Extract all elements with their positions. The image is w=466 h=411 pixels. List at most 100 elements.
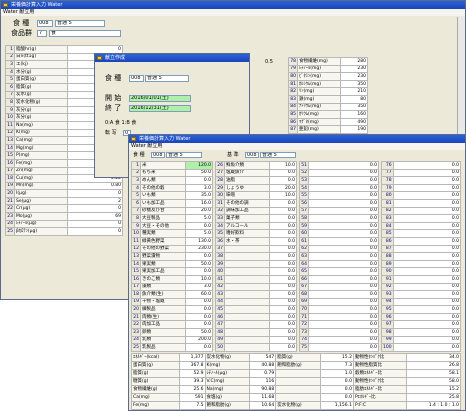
- row-value[interactable]: 0.0: [185, 297, 213, 307]
- row-value[interactable]: 210: [340, 87, 368, 96]
- detail-base-name[interactable]: 普通 5: [260, 152, 296, 158]
- row-value[interactable]: 0.0: [392, 274, 462, 284]
- row-value[interactable]: 0.0: [392, 312, 462, 322]
- row-value[interactable]: 0.0: [308, 221, 379, 231]
- row-value[interactable]: 230: [340, 64, 368, 74]
- row-value[interactable]: 0.0: [269, 229, 297, 238]
- row-value[interactable]: 0.0: [392, 168, 462, 178]
- row-value[interactable]: 0.0: [392, 221, 462, 231]
- row-value[interactable]: 0.0: [269, 168, 297, 178]
- row-value[interactable]: 0.0: [269, 297, 297, 307]
- row-value[interactable]: 350: [340, 102, 368, 112]
- row-value[interactable]: 0.0: [308, 229, 379, 238]
- row-value[interactable]: 0.0: [308, 214, 379, 223]
- row-value[interactable]: 0: [67, 45, 123, 54]
- row-value[interactable]: 0.0: [392, 290, 462, 299]
- row-value[interactable]: 0.0: [269, 343, 297, 352]
- row-value[interactable]: 0.0: [392, 259, 462, 269]
- row-value[interactable]: 230.0: [185, 244, 213, 254]
- row-value[interactable]: 0.0: [185, 267, 213, 276]
- food-group-name-field[interactable]: 食: [49, 30, 121, 37]
- detail-type-name[interactable]: 普通 5: [166, 152, 202, 158]
- row-value[interactable]: 0.0: [308, 312, 379, 322]
- row-value[interactable]: 35.0: [185, 191, 213, 200]
- row-value[interactable]: 0.0: [269, 206, 297, 216]
- row-value[interactable]: 0.0: [269, 176, 297, 185]
- row-value[interactable]: 0.0: [392, 335, 462, 345]
- row-value[interactable]: 0.0: [308, 183, 379, 193]
- row-value[interactable]: 0.0: [308, 206, 379, 216]
- row-value[interactable]: 0: [67, 204, 123, 214]
- row-value[interactable]: 0.0: [185, 176, 213, 185]
- row-value[interactable]: 0: [67, 219, 123, 229]
- row-value[interactable]: 0.0: [392, 305, 462, 314]
- meal-type-code-field[interactable]: 008: [37, 20, 53, 27]
- row-value[interactable]: 0.0: [269, 198, 297, 208]
- row-value[interactable]: 80: [340, 94, 368, 104]
- row-value[interactable]: 0.0: [308, 297, 379, 307]
- row-value[interactable]: 160: [340, 110, 368, 119]
- row-value[interactable]: 0.0: [392, 328, 462, 337]
- row-value[interactable]: 0.0: [185, 312, 213, 322]
- start-date-field[interactable]: 2016/01/01(土): [129, 95, 191, 102]
- detail-base-code[interactable]: 008: [245, 152, 259, 158]
- row-value[interactable]: 0.0: [308, 236, 379, 246]
- row-value[interactable]: 2: [67, 196, 123, 206]
- dialog-type-name[interactable]: 普通 5: [145, 75, 189, 82]
- row-value[interactable]: 60.0: [185, 290, 213, 299]
- row-value[interactable]: 0.0: [269, 335, 297, 345]
- row-value[interactable]: 0.0: [308, 335, 379, 345]
- row-value[interactable]: 0.0: [269, 328, 297, 337]
- row-value[interactable]: 0.0: [392, 206, 462, 216]
- row-value[interactable]: 350: [340, 79, 368, 89]
- row-value[interactable]: 0.0: [185, 305, 213, 314]
- row-value[interactable]: 0.0: [269, 290, 297, 299]
- row-value[interactable]: 0.0: [392, 244, 462, 254]
- row-value[interactable]: 0.0: [308, 161, 379, 170]
- row-value[interactable]: 0.0: [308, 267, 379, 276]
- row-value[interactable]: 0.0: [308, 198, 379, 208]
- row-value[interactable]: 20.0: [269, 183, 297, 193]
- detail-type-code[interactable]: 008: [151, 152, 165, 158]
- row-value[interactable]: 0.0: [308, 259, 379, 269]
- row-value[interactable]: 0.0: [269, 305, 297, 314]
- row-value[interactable]: 0.0: [392, 267, 462, 276]
- row-value[interactable]: 0: [67, 227, 123, 236]
- row-value[interactable]: 0.0: [308, 252, 379, 261]
- row-value[interactable]: 5.0: [185, 214, 213, 223]
- row-value[interactable]: 0.80: [67, 181, 123, 191]
- row-value[interactable]: 0.0: [185, 252, 213, 261]
- row-value[interactable]: 0.0: [308, 305, 379, 314]
- row-value[interactable]: 0.0: [308, 176, 379, 185]
- row-value[interactable]: 0.0: [392, 214, 462, 223]
- row-value[interactable]: 0.0: [185, 343, 213, 352]
- row-value[interactable]: 0.0: [392, 183, 462, 193]
- row-value[interactable]: 0.0: [308, 244, 379, 254]
- row-value[interactable]: 0.0: [392, 236, 462, 246]
- row-value[interactable]: 0.0: [308, 191, 379, 200]
- row-value[interactable]: 0.0: [269, 252, 297, 261]
- row-value[interactable]: 0.0: [269, 259, 297, 269]
- row-value[interactable]: 230: [340, 72, 368, 81]
- main-menubar[interactable]: Water 献立用: [1, 9, 465, 16]
- row-value[interactable]: 10.0: [185, 274, 213, 284]
- row-value[interactable]: 0.0: [308, 328, 379, 337]
- end-date-field[interactable]: 2016/12/31(土): [129, 105, 191, 112]
- row-value[interactable]: 120.0: [185, 161, 213, 170]
- row-value[interactable]: 0.0: [392, 282, 462, 292]
- row-value[interactable]: 0.0: [308, 282, 379, 292]
- row-value[interactable]: 0.0: [269, 214, 297, 223]
- row-value[interactable]: 0.0: [392, 297, 462, 307]
- row-value[interactable]: 190: [340, 125, 368, 134]
- row-value[interactable]: 200.0: [185, 335, 213, 345]
- row-value[interactable]: 490: [340, 117, 368, 127]
- row-value[interactable]: 0.0: [392, 198, 462, 208]
- row-value[interactable]: 0.0: [392, 320, 462, 330]
- row-value[interactable]: 0.0: [392, 252, 462, 261]
- row-value[interactable]: 0.0: [392, 191, 462, 200]
- row-value[interactable]: 0.0: [308, 274, 379, 284]
- row-value[interactable]: 0.0: [308, 168, 379, 178]
- row-value[interactable]: 10.0: [269, 191, 297, 200]
- row-value[interactable]: 0.0: [269, 282, 297, 292]
- row-value[interactable]: 0.0: [308, 343, 379, 352]
